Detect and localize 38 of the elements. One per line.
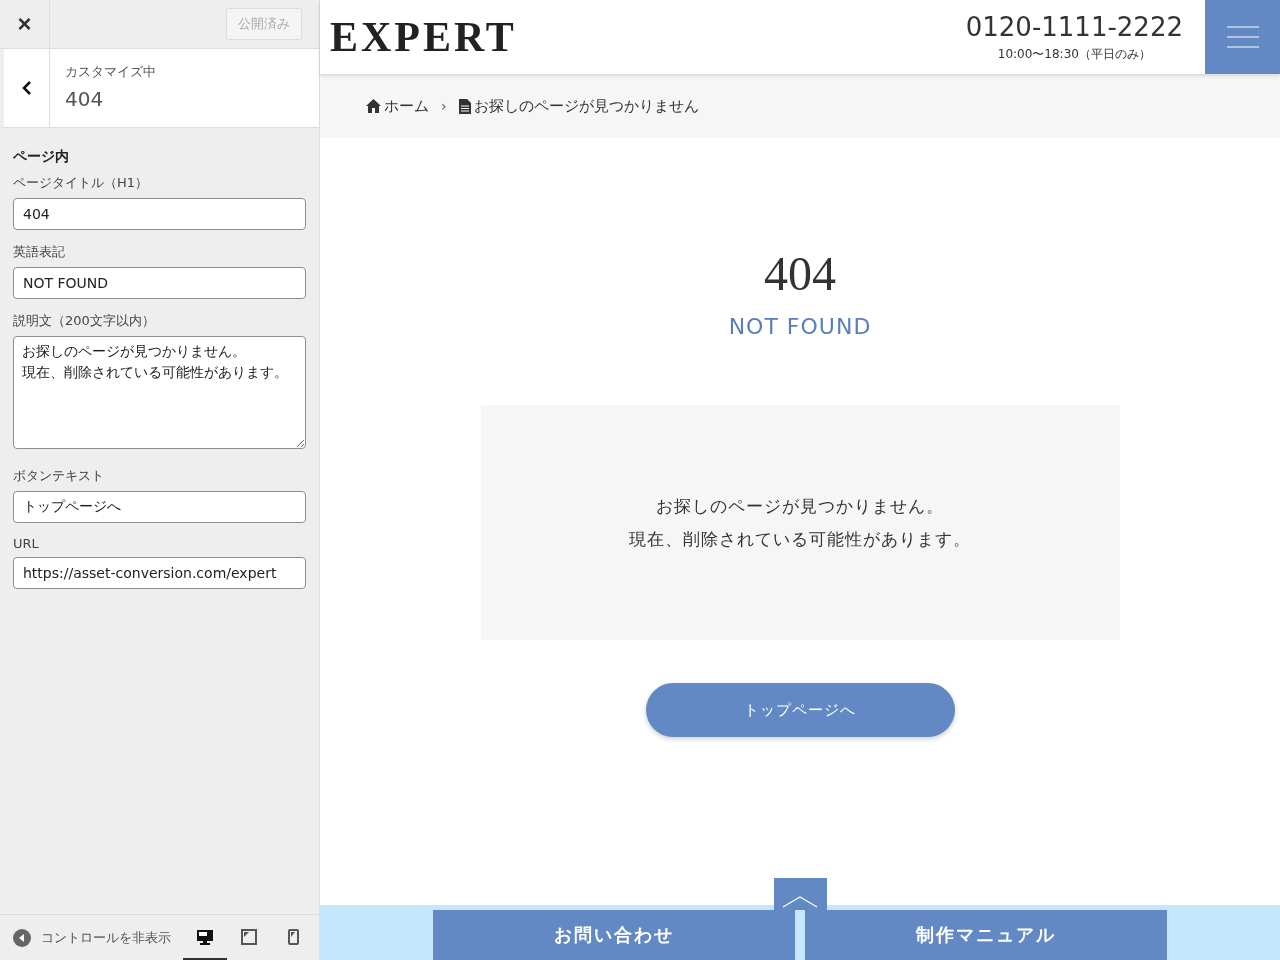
- input-field[interactable]: https://asset-conversion.com/expert: [13, 557, 306, 589]
- site-logo[interactable]: EXPERT: [330, 13, 966, 61]
- mobile-icon: [287, 928, 299, 945]
- breadcrumb-separator: ›: [441, 98, 447, 114]
- page-top-button[interactable]: [773, 878, 827, 910]
- field-label: ページタイトル（H1）: [13, 174, 150, 192]
- message-text: 現在、削除されている可能性があります。: [629, 527, 971, 551]
- desktop-icon: [196, 928, 214, 945]
- document-icon: [458, 98, 471, 114]
- field-label: 英語表記: [13, 243, 66, 261]
- phone-number: 0120-1111-2222: [965, 11, 1183, 42]
- field-label: ボタンテキスト: [13, 467, 105, 485]
- page-title: 404: [764, 246, 836, 302]
- input-field[interactable]: 404: [13, 198, 306, 230]
- business-hours: 10:00〜18:30（平日のみ）: [997, 45, 1151, 63]
- field-label: 説明文（200文字以内）: [13, 312, 156, 330]
- back-icon: [21, 81, 32, 95]
- section-caption: カスタマイズ中: [65, 63, 156, 81]
- section-title: 404: [65, 87, 105, 111]
- close-button[interactable]: ×: [0, 0, 50, 48]
- description-field[interactable]: お探しのページが見つかりません。 現在、削除されている可能性があります。: [13, 336, 306, 449]
- footer-button[interactable]: お問い合わせ: [433, 910, 795, 960]
- message-text: お探しのページが見つかりません。: [656, 494, 944, 518]
- field-label: URL: [13, 536, 40, 551]
- tablet-icon: [241, 928, 257, 945]
- group-title: ページ内: [13, 148, 70, 166]
- collapse-icon: [13, 928, 31, 947]
- breadcrumb-current: お探しのページが見つかりません: [473, 96, 699, 116]
- top-page-button[interactable]: トップページへ: [645, 683, 955, 737]
- menu-icon: [1226, 26, 1259, 48]
- chevron-up-icon: [782, 896, 818, 908]
- hide-controls-button[interactable]: コントロールを非表示: [0, 915, 183, 960]
- page-subtitle: NOT FOUND: [728, 314, 872, 339]
- footer-button[interactable]: 制作マニュアル: [805, 910, 1167, 960]
- input-field[interactable]: トップページへ: [13, 491, 306, 523]
- input-field[interactable]: NOT FOUND: [13, 267, 306, 299]
- breadcrumb-link[interactable]: ホーム: [384, 96, 429, 116]
- home-icon: [366, 99, 381, 113]
